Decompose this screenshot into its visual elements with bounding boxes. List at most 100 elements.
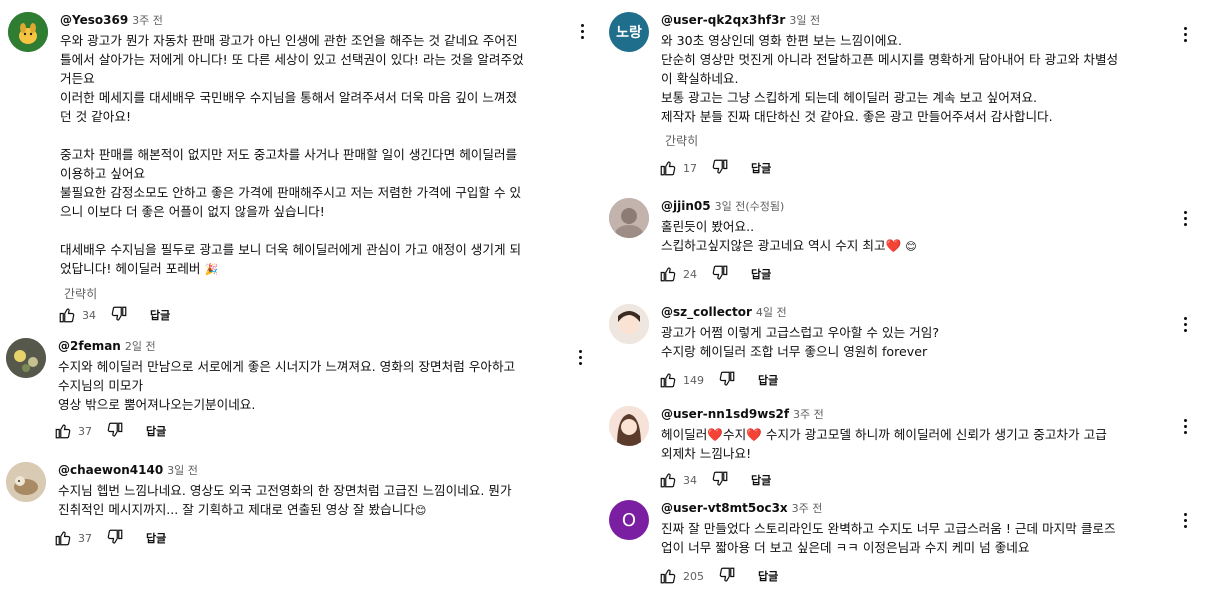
reply-button[interactable]: 답글 [751,472,771,488]
more-options-icon[interactable] [1179,208,1191,228]
comment-time[interactable]: 3일 전 [789,14,820,27]
avatar[interactable] [8,12,48,52]
avatar[interactable] [609,304,649,344]
more-options-icon[interactable] [1179,510,1191,530]
show-less-button[interactable]: 간략히 [60,285,580,303]
like-count: 24 [683,267,697,281]
show-less-button[interactable]: 간략히 [661,132,1181,150]
like-button[interactable] [659,371,677,389]
dislike-button[interactable] [711,158,729,179]
avatar[interactable] [609,406,649,446]
like-count: 205 [683,569,704,583]
comment-time[interactable]: 3일 전 [167,464,198,477]
like-button[interactable] [659,265,677,283]
avatar[interactable]: 노랑 [609,12,649,52]
reply-button[interactable]: 답글 [751,266,771,282]
comment-time[interactable]: 3주 전 [132,14,163,27]
more-options-icon[interactable] [576,21,588,41]
cat-avatar-icon [6,462,46,502]
thumbs-down-icon [111,306,127,320]
comment-author[interactable]: @user-nn1sd9ws2f [661,407,789,421]
like-button[interactable] [659,567,677,585]
like-count: 34 [683,473,697,487]
more-options-icon[interactable] [1179,24,1191,44]
thumbs-down-icon [712,159,728,173]
comment-header: @chaewon4140 3일 전 [58,462,578,479]
comment-text-part: 수지 [723,427,747,442]
dislike-button[interactable] [106,528,124,549]
party-popper-emoji: 🎉 [204,263,219,276]
dislike-button[interactable] [718,566,736,587]
comment-author[interactable]: @chaewon4140 [58,463,163,477]
like-count: 149 [683,373,704,387]
comment-actions: 24 답글 [659,264,771,284]
comment-author[interactable]: @jjin05 [661,199,711,213]
reply-button[interactable]: 답글 [150,307,170,323]
heart-emoji: ❤️ [746,427,762,442]
comment-author[interactable]: @sz_collector [661,305,752,319]
avatar-initial: 노랑 [616,25,642,41]
comment-text: 홀린듯이 봤어요.. 스킵하고싶지않은 광고네요 역시 수지 최고❤️ 😊 [661,217,1181,256]
thumbs-down-icon [712,265,728,279]
comment-header: @Yeso369 3주 전 [60,12,580,29]
thumbs-up-icon [660,161,676,176]
avatar[interactable] [6,462,46,502]
comment-text-part: 헤이딜러 [661,427,708,442]
flower-avatar-icon [6,338,46,378]
comment-time[interactable]: 3주 전 [792,502,823,515]
more-options-icon[interactable] [1179,416,1191,436]
like-button[interactable] [54,529,72,547]
like-button[interactable] [58,306,76,324]
comment-actions: 17 답글 [659,158,771,178]
comment-text: 우와 광고가 뭔가 자동차 판매 광고가 아닌 인생에 관한 조언을 해주는 것… [60,31,580,279]
thumbs-up-icon [660,373,676,388]
comment-actions: 34 답글 [58,305,170,325]
heart-emoji: ❤️ [885,238,902,253]
comment-header: @user-vt8mt5oc3x 3주 전 [661,500,1181,517]
dislike-button[interactable] [110,305,128,326]
thumbs-up-icon [55,531,71,546]
thumbs-up-icon [660,473,676,488]
comment-time[interactable]: 3주 전 [793,408,824,421]
thumbs-up-icon [59,308,75,323]
portrait-avatar-icon [609,304,649,344]
like-count: 17 [683,161,697,175]
dislike-button[interactable] [711,264,729,285]
comment-header: @user-nn1sd9ws2f 3주 전 [661,406,1181,423]
like-count: 37 [78,531,92,545]
comment-text: 와 30초 영상인데 영화 한편 보는 느낌이에요. 단순히 영상만 멋진게 아… [661,33,1119,124]
dislike-button[interactable] [711,470,729,491]
comment-actions: 34 답글 [659,470,771,490]
comment-time[interactable]: 3일 전(수정됨) [715,200,785,213]
reply-button[interactable]: 답글 [751,160,771,176]
like-button[interactable] [659,471,677,489]
more-options-icon[interactable] [1179,314,1191,334]
comment-time[interactable]: 4일 전 [756,306,787,319]
reply-button[interactable]: 답글 [146,423,166,439]
avatar[interactable] [609,198,649,238]
comment-actions: 149 답글 [659,370,778,390]
avatar[interactable] [6,338,46,378]
thumbs-up-icon [660,267,676,282]
more-options-icon[interactable] [574,347,586,367]
comment-author[interactable]: @user-vt8mt5oc3x [661,501,788,515]
comment-author[interactable]: @2feman [58,339,121,353]
comment-text: 헤이딜러❤️수지❤️ 수지가 광고모델 하니까 헤이딜러에 신뢰가 생기고 중고… [661,425,1181,463]
portrait-avatar-icon [609,406,649,446]
comment-text-body: 우와 광고가 뭔가 자동차 판매 광고가 아닌 인생에 관한 조언을 해주는 것… [60,33,524,276]
reply-button[interactable]: 답글 [146,530,166,546]
dislike-button[interactable] [718,370,736,391]
heart-emoji: ❤️ [707,427,724,442]
comment-author[interactable]: @user-qk2qx3hf3r [661,13,785,27]
avatar[interactable]: O [609,500,649,540]
comment-text-body: 수지님 헵번 느낌나네요. 영상도 외국 고전영화의 한 장면처럼 고급진 느낌… [58,483,512,517]
reply-button[interactable]: 답글 [758,568,778,584]
comment-time[interactable]: 2일 전 [125,340,156,353]
thumbs-down-icon [107,529,123,543]
reply-button[interactable]: 답글 [758,372,778,388]
like-button[interactable] [54,422,72,440]
like-button[interactable] [659,159,677,177]
comment-author[interactable]: @Yeso369 [60,13,128,27]
dislike-button[interactable] [106,421,124,442]
comment-text: 진짜 잘 만들었다 스토리라인도 완벽하고 수지도 너무 고급스러움 ! 근데 … [661,521,1116,555]
